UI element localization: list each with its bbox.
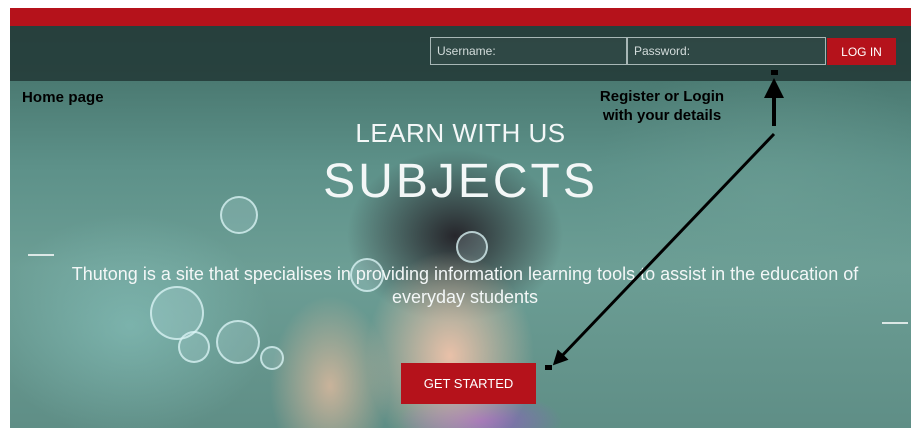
page: LOG IN Home page Register or Login with … xyxy=(10,8,911,428)
annotation-marker-top xyxy=(771,70,778,75)
arrow-to-get-started xyxy=(552,132,776,366)
annotation-marker-bottom xyxy=(545,365,552,370)
